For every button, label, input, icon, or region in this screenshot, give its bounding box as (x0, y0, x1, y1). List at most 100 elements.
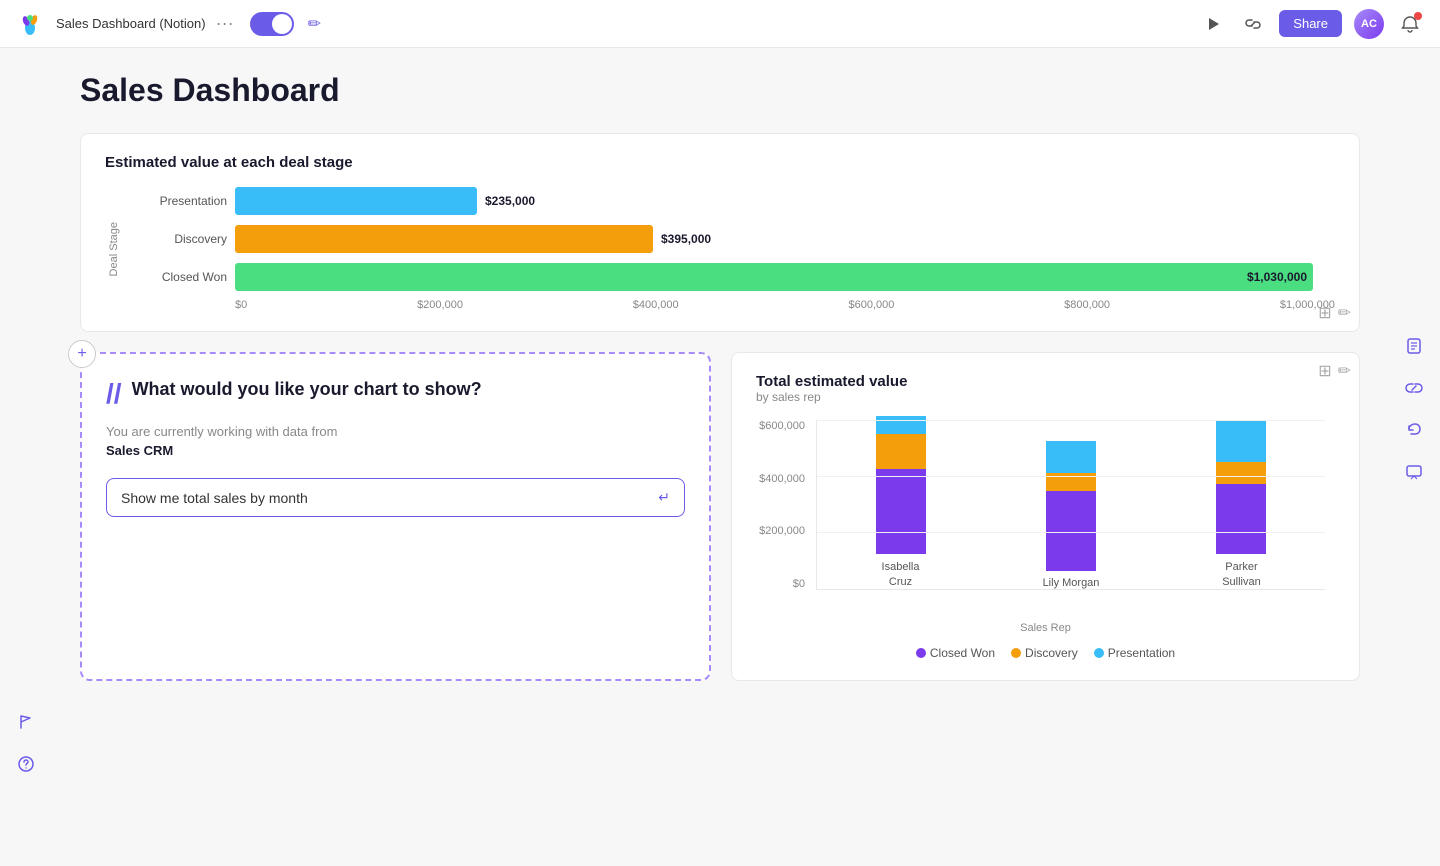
more-options-button[interactable]: ··· (216, 13, 234, 34)
bar-label-lily: Lily Morgan (1043, 577, 1100, 589)
ai-data-source: Sales CRM (106, 443, 685, 458)
ai-chart-panel: + // What would you like your chart to s… (80, 352, 711, 681)
chart-legend: Closed Won Discovery Presentation (756, 646, 1335, 660)
x-tick-2: $400,000 (633, 299, 679, 311)
bar-closed-won-lily (1046, 491, 1096, 571)
bars-container: IsabellaCruz Lily Morgan (816, 420, 1325, 590)
toggle-switch[interactable] (250, 12, 294, 36)
topbar-right: Share AC (1199, 9, 1424, 39)
estimated-value-chart: Estimated value at each deal stage Deal … (80, 133, 1360, 332)
bar-value-discovery: $395,000 (661, 232, 711, 246)
right-sidebar (1400, 332, 1428, 486)
legend-label-discovery: Discovery (1025, 646, 1078, 660)
bar-fill-discovery (235, 225, 653, 253)
y-labels: $600,000 $400,000 $200,000 $0 (756, 420, 811, 590)
chat-icon[interactable] (1400, 458, 1428, 486)
edit-stacked-icon[interactable]: ✏ (1338, 361, 1351, 381)
bar-discovery-lily (1046, 473, 1096, 491)
page-title: Sales Dashboard (80, 72, 1360, 109)
app-logo (16, 10, 44, 38)
bar-presentation-isabella (876, 416, 926, 434)
page-tab-title: Sales Dashboard (Notion) (56, 16, 206, 31)
bar-outer-presentation: $235,000 (235, 187, 1335, 215)
bar-row-presentation: Presentation $235,000 (127, 187, 1335, 215)
help-icon[interactable] (12, 750, 40, 778)
bar-presentation-parker (1216, 420, 1266, 462)
legend-label-presentation: Presentation (1108, 646, 1175, 660)
link-sidebar-icon[interactable] (1400, 374, 1428, 402)
legend-dot-discovery (1011, 648, 1021, 658)
bar-label-discovery: Discovery (127, 232, 227, 246)
bar-closed-won-parker (1216, 484, 1266, 554)
avatar[interactable]: AC (1354, 9, 1384, 39)
horizontal-bar-chart: Presentation $235,000 Discovery $395,000 (127, 187, 1335, 291)
y-label-600k: $600,000 (759, 420, 805, 432)
main-content: Sales Dashboard Estimated value at each … (0, 48, 1440, 818)
document-icon[interactable] (1400, 332, 1428, 360)
bar-presentation-lily (1046, 441, 1096, 473)
y-label-200k: $200,000 (759, 525, 805, 537)
share-button[interactable]: Share (1279, 10, 1342, 37)
bar-value-closed-won: $1,030,000 (1247, 270, 1307, 284)
add-chart-button[interactable]: + (68, 340, 96, 368)
stacked-chart-subtitle: by sales rep (756, 390, 1335, 404)
topbar: Sales Dashboard (Notion) ··· ✏ Share AC (0, 0, 1440, 48)
edit-icon[interactable]: ✏ (308, 14, 321, 34)
ai-input-field[interactable]: Show me total sales by month (121, 490, 308, 506)
bar-discovery-parker (1216, 462, 1266, 484)
x-tick-3: $600,000 (848, 299, 894, 311)
notification-button[interactable] (1396, 10, 1424, 38)
bottom-row: + // What would you like your chart to s… (80, 352, 1360, 681)
bar-value-presentation: $235,000 (485, 194, 535, 208)
chart-icons-stacked: ⊞ ✏ (1318, 361, 1351, 381)
play-button[interactable] (1199, 10, 1227, 38)
bar-label-presentation: Presentation (127, 194, 227, 208)
x-axis: $0 $200,000 $400,000 $600,000 $800,000 $… (235, 299, 1335, 311)
stacked-bar-lily (1046, 441, 1096, 571)
stacked-bar-isabella (876, 416, 926, 554)
y-label-400k: $400,000 (759, 473, 805, 485)
y-axis-label: Deal Stage (108, 222, 120, 276)
edit-chart-icon[interactable]: ✏ (1338, 303, 1351, 323)
bar-closed-won-isabella (876, 469, 926, 554)
bar-chart-title: Estimated value at each deal stage (105, 154, 1335, 171)
stacked-chart-title: Total estimated value (756, 373, 1335, 390)
ai-subtitle: You are currently working with data from (106, 424, 685, 439)
bar-label-closed-won: Closed Won (127, 270, 227, 284)
toggle-track[interactable] (250, 12, 294, 36)
link-button[interactable] (1239, 10, 1267, 38)
expand-stacked-icon[interactable]: ⊞ (1318, 361, 1331, 381)
bar-outer-discovery: $395,000 (235, 225, 1335, 253)
bar-group-parker: ParkerSullivan (1216, 420, 1266, 589)
ai-input-container[interactable]: Show me total sales by month ↵ (106, 478, 685, 517)
stacked-bar-panel: ⊞ ✏ Total estimated value by sales rep $… (731, 352, 1360, 681)
bar-group-isabella: IsabellaCruz (876, 416, 926, 589)
left-sidebar (12, 708, 40, 778)
legend-presentation: Presentation (1094, 646, 1175, 660)
notification-dot (1414, 12, 1422, 20)
legend-dot-closed-won (916, 648, 926, 658)
bar-fill-closed-won: $1,030,000 (235, 263, 1313, 291)
bar-outer-closed-won: $1,030,000 (235, 263, 1335, 291)
flag-icon[interactable] (12, 708, 40, 736)
ai-question-text: What would you like your chart to show? (132, 378, 482, 401)
bar-row-discovery: Discovery $395,000 (127, 225, 1335, 253)
legend-label-closed-won: Closed Won (930, 646, 995, 660)
enter-icon: ↵ (658, 489, 670, 506)
toggle-thumb (272, 14, 292, 34)
x-tick-0: $0 (235, 299, 247, 311)
ai-header: // What would you like your chart to sho… (106, 378, 685, 408)
bar-label-parker: ParkerSullivan (1222, 560, 1261, 589)
undo-icon[interactable] (1400, 416, 1428, 444)
stacked-bar-parker (1216, 420, 1266, 554)
x-axis-label: Sales Rep (756, 622, 1335, 634)
y-label-0: $0 (793, 578, 805, 590)
x-tick-4: $800,000 (1064, 299, 1110, 311)
bar-group-lily: Lily Morgan (1043, 441, 1100, 589)
legend-discovery: Discovery (1011, 646, 1078, 660)
chart-icons-bar: ⊞ ✏ (1318, 303, 1351, 323)
expand-icon[interactable]: ⊞ (1318, 303, 1331, 323)
legend-closed-won: Closed Won (916, 646, 995, 660)
stacked-chart-area: $600,000 $400,000 $200,000 $0 (756, 420, 1335, 620)
bar-fill-presentation (235, 187, 477, 215)
